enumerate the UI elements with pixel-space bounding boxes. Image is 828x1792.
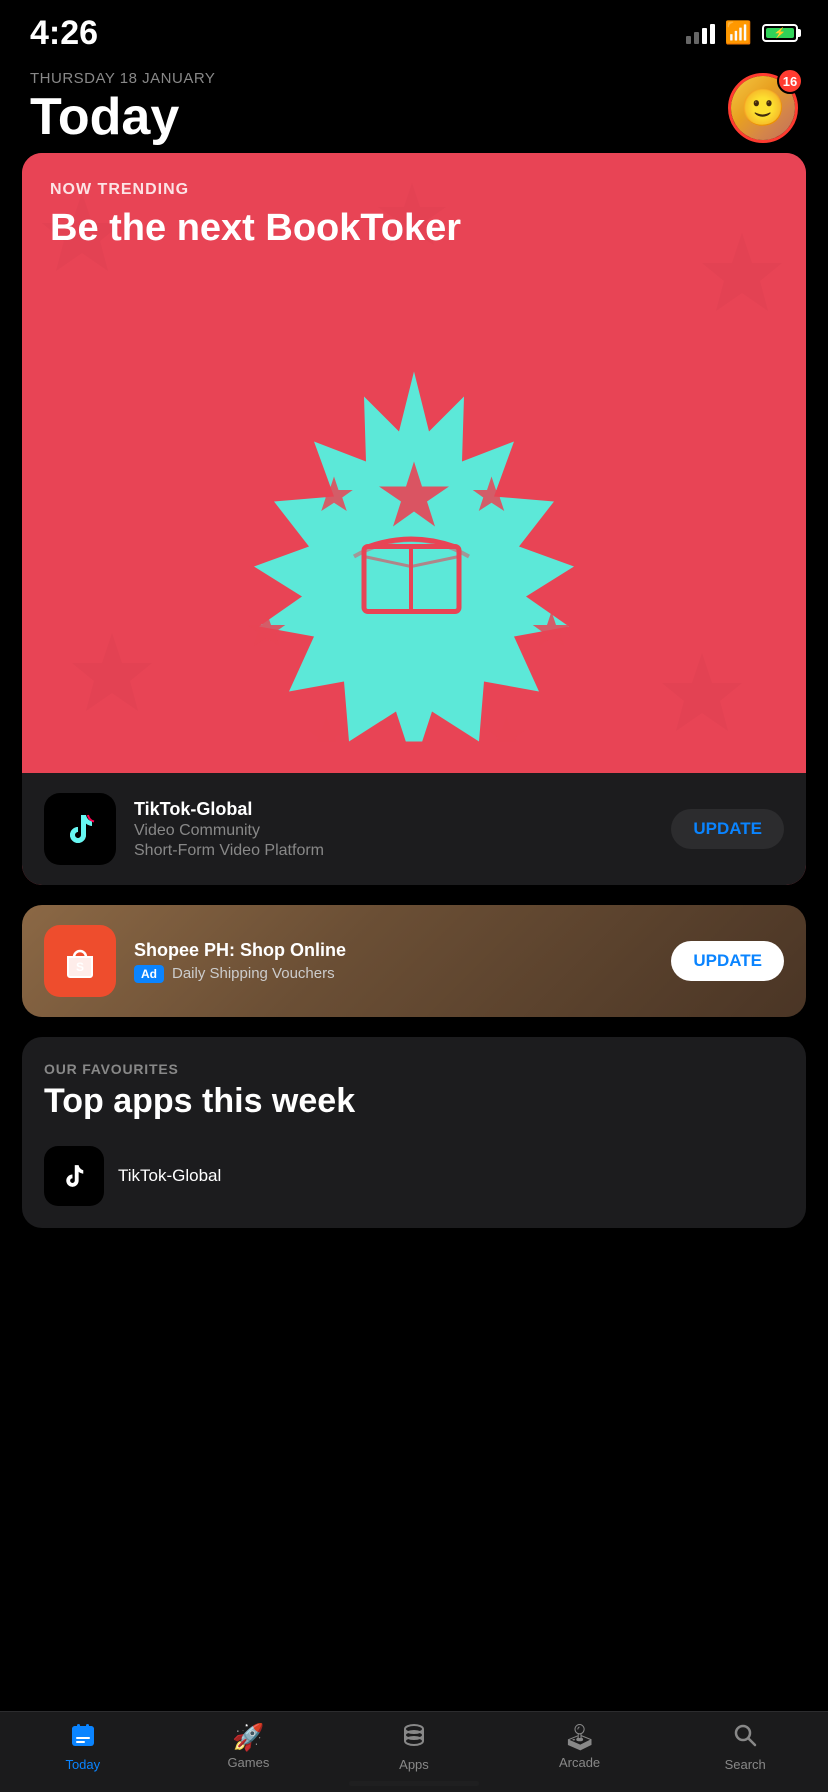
featured-card[interactable]: NOW TRENDING Be the next BookToker: [22, 153, 806, 885]
ad-update-button[interactable]: UPDATE: [671, 941, 784, 981]
tab-games[interactable]: 🚀 Games: [198, 1724, 298, 1770]
tab-search[interactable]: Search: [695, 1722, 795, 1772]
arcade-icon: 🕹: [563, 1724, 596, 1750]
header-left: Thursday 18 January Today: [30, 70, 215, 143]
featured-update-button[interactable]: UPDATE: [671, 809, 784, 849]
tab-search-label: Search: [725, 1757, 766, 1772]
featured-card-art: NOW TRENDING Be the next BookToker: [22, 153, 806, 773]
header-date: Thursday 18 January: [30, 70, 215, 87]
wifi-icon: 📶: [725, 20, 752, 46]
page-title: Today: [30, 91, 215, 143]
app-icon-tiktok-small: [44, 1146, 104, 1206]
app-row-name: TikTok-Global: [118, 1166, 221, 1186]
ad-card[interactable]: S Shopee PH: Shop Online Ad Daily Shippi…: [22, 905, 806, 1017]
featured-badge: NOW TRENDING: [50, 181, 189, 199]
header: Thursday 18 January Today 🙂 16: [0, 60, 828, 153]
today-icon: [70, 1722, 96, 1752]
featured-card-footer: TikTok-Global Video Community Short-Form…: [22, 773, 806, 885]
tab-arcade-label: Arcade: [559, 1755, 600, 1770]
tab-games-label: Games: [227, 1755, 269, 1770]
signal-icon: [686, 22, 715, 44]
main-content: NOW TRENDING Be the next BookToker: [0, 153, 828, 1368]
tab-apps[interactable]: Apps: [364, 1722, 464, 1772]
featured-headline: Be the next BookToker: [50, 208, 461, 250]
tab-bar: Today 🚀 Games Apps 🕹 Arcade Search: [0, 1711, 828, 1792]
list-item[interactable]: TikTok-Global: [44, 1140, 784, 1212]
ad-label: Ad: [134, 965, 164, 983]
battery-icon: ⚡: [762, 24, 798, 42]
status-time: 4:26: [30, 14, 98, 53]
tab-today-label: Today: [65, 1757, 100, 1772]
ad-meta: Ad Daily Shipping Vouchers: [134, 965, 653, 983]
svg-text:S: S: [76, 960, 84, 974]
profile-button[interactable]: 🙂 16: [728, 73, 798, 143]
favourites-card: OUR FAVOURITES Top apps this week TikTok…: [22, 1037, 806, 1228]
featured-app-info: TikTok-Global Video Community Short-Form…: [134, 799, 653, 860]
status-bar: 4:26 📶 ⚡: [0, 0, 828, 60]
tiktok-app-icon: [44, 793, 116, 865]
tab-apps-label: Apps: [399, 1757, 429, 1772]
favourites-title: Top apps this week: [44, 1083, 784, 1120]
profile-badge: 16: [777, 68, 803, 94]
featured-app-name: TikTok-Global: [134, 799, 653, 820]
featured-app-subtitle2: Short-Form Video Platform: [134, 842, 653, 860]
search-icon: [732, 1722, 758, 1752]
shopee-app-icon: S: [44, 925, 116, 997]
games-icon: 🚀: [232, 1724, 264, 1750]
tab-arcade[interactable]: 🕹 Arcade: [530, 1724, 630, 1770]
featured-app-subtitle1: Video Community: [134, 822, 653, 840]
apps-icon: [401, 1722, 427, 1752]
status-icons: 📶 ⚡: [686, 20, 798, 46]
ad-subtitle: Daily Shipping Vouchers: [172, 965, 335, 982]
ad-info: Shopee PH: Shop Online Ad Daily Shipping…: [134, 940, 653, 983]
tab-today[interactable]: Today: [33, 1722, 133, 1772]
ad-app-name: Shopee PH: Shop Online: [134, 940, 653, 961]
favourites-badge: OUR FAVOURITES: [44, 1061, 784, 1077]
starburst-graphic: [214, 342, 614, 747]
